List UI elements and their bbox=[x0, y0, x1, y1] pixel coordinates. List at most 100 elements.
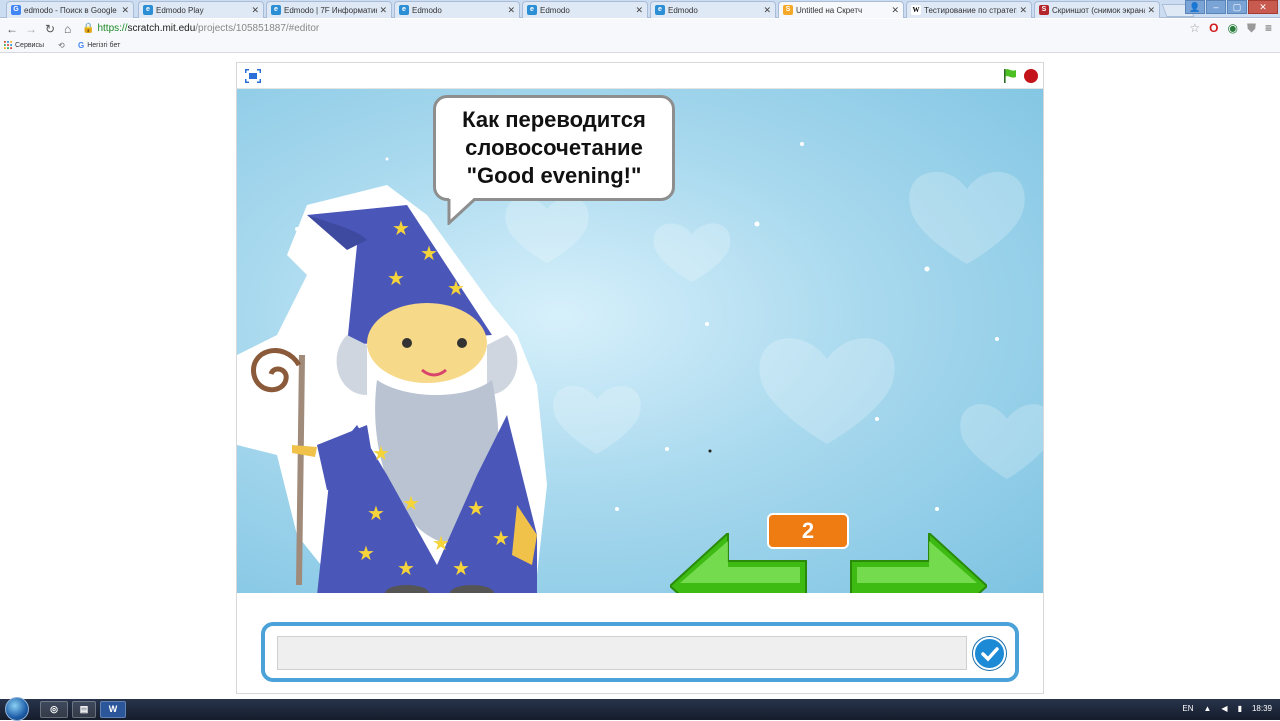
browser-tab[interactable]: e Edmodo Play ✕ bbox=[138, 1, 264, 18]
svg-text:★: ★ bbox=[357, 541, 375, 565]
tab-close-icon[interactable]: ✕ bbox=[1019, 5, 1027, 16]
svg-text:★: ★ bbox=[392, 216, 410, 240]
svg-text:★: ★ bbox=[447, 276, 465, 300]
fullscreen-icon[interactable] bbox=[245, 69, 261, 83]
tab-label: Edmodo bbox=[668, 6, 698, 15]
svg-text:★: ★ bbox=[367, 501, 385, 525]
browser-tab[interactable]: e Edmodo ✕ bbox=[650, 1, 776, 18]
bookmark-label: Сервисы bbox=[15, 41, 45, 49]
submit-answer-button[interactable] bbox=[973, 637, 1006, 670]
menu-icon[interactable]: ≡ bbox=[1265, 21, 1272, 36]
toolbar-extensions: ☆ O ◉ ⛊ ≡ bbox=[1189, 21, 1272, 36]
scratch-player: ★ ★ ★ ★ ★ ★ ★ ★ ★ ★ ★ ★ ★ Как переводится словос… bbox=[236, 62, 1044, 694]
home-icon[interactable]: ⌂ bbox=[64, 22, 71, 36]
system-tray: EN ▲ ◀ ▮ 18:39 bbox=[1182, 704, 1272, 713]
wizard-sprite: ★★★ ★★★ ★ ★★ ★ ★★ ★ bbox=[237, 185, 547, 593]
ask-prompt-box bbox=[261, 622, 1019, 682]
close-window-button[interactable]: ✕ bbox=[1248, 0, 1278, 14]
svg-text:★: ★ bbox=[387, 266, 405, 290]
browser-tab[interactable]: e Edmodo | 7F Информатика ✕ bbox=[266, 1, 392, 18]
scratch-icon: S bbox=[783, 5, 793, 15]
opera-icon[interactable]: O bbox=[1209, 21, 1218, 36]
address-bar[interactable]: 🔒 https://scratch.mit.edu/projects/105851… bbox=[82, 21, 1192, 37]
volume-icon[interactable]: ◀ bbox=[1221, 704, 1227, 713]
speech-bubble: Как переводится словосочетание "Good eve… bbox=[433, 95, 675, 201]
tray-arrow-icon[interactable]: ▲ bbox=[1203, 704, 1211, 713]
edmodo-icon: e bbox=[143, 5, 153, 15]
tab-label: Тестирование по стратегии bbox=[924, 6, 1017, 15]
stop-icon[interactable] bbox=[1024, 69, 1038, 83]
speech-line-3: "Good evening!" bbox=[466, 163, 642, 188]
tab-close-icon[interactable]: ✕ bbox=[1147, 5, 1155, 16]
svg-text:★: ★ bbox=[372, 441, 390, 465]
svg-text:★: ★ bbox=[492, 526, 510, 550]
tab-label: Edmodo bbox=[412, 6, 442, 15]
bookmark-apps[interactable]: Сервисы bbox=[4, 41, 44, 49]
green-flag-icon[interactable] bbox=[1003, 68, 1017, 84]
browser-toolbar: ← → ↻ ⌂ 🔒 https://scratch.mit.edu/project… bbox=[0, 19, 1280, 39]
answer-input[interactable] bbox=[277, 636, 967, 670]
bookmarks-bar: Сервисы ⟲ G Негізгі бет bbox=[0, 39, 1280, 53]
svg-text:★: ★ bbox=[420, 241, 438, 265]
browser-tab[interactable]: e Edmodo ✕ bbox=[394, 1, 520, 18]
svg-text:★: ★ bbox=[397, 556, 415, 580]
bookmark-history[interactable]: ⟲ bbox=[58, 41, 65, 50]
shield-icon[interactable]: ⛊ bbox=[1247, 21, 1256, 36]
browser-tab-strip: G edmodo - Поиск в Google ✕ e Edmodo Pla… bbox=[0, 0, 1280, 18]
taskbar: ◎ ▤ W EN ▲ ◀ ▮ 18:39 bbox=[0, 697, 1280, 721]
edmodo-icon: e bbox=[399, 5, 409, 15]
svg-text:★: ★ bbox=[432, 531, 450, 555]
wikipedia-icon: W bbox=[911, 5, 921, 15]
clock[interactable]: 18:39 bbox=[1252, 704, 1272, 713]
user-icon[interactable]: 👤 bbox=[1185, 0, 1205, 14]
tab-close-icon[interactable]: ✕ bbox=[121, 5, 129, 16]
tab-close-icon[interactable]: ✕ bbox=[379, 5, 387, 16]
stage[interactable]: ★ ★ ★ ★ ★ ★ ★ ★ ★ ★ ★ ★ ★ Как переводится словос… bbox=[237, 89, 1043, 593]
url-host: scratch.mit.edu bbox=[127, 23, 196, 34]
browser-tab-active[interactable]: S Untitled на Скретч ✕ bbox=[778, 1, 904, 18]
browser-tab[interactable]: G edmodo - Поиск в Google ✕ bbox=[6, 1, 134, 18]
back-icon[interactable]: ← bbox=[6, 22, 18, 36]
tab-label: edmodo - Поиск в Google bbox=[24, 6, 117, 15]
svg-text:★: ★ bbox=[402, 491, 420, 515]
browser-tab[interactable]: e Edmodo ✕ bbox=[522, 1, 648, 18]
network-icon[interactable]: ▮ bbox=[1238, 704, 1242, 713]
speech-line-2: словосочетание bbox=[465, 135, 643, 160]
forward-icon[interactable]: → bbox=[25, 22, 37, 36]
star-icon[interactable]: ☆ bbox=[1189, 21, 1200, 36]
globe-icon[interactable]: ◉ bbox=[1227, 21, 1237, 36]
start-button[interactable] bbox=[5, 697, 29, 721]
edmodo-icon: e bbox=[271, 5, 281, 15]
tab-close-icon[interactable]: ✕ bbox=[251, 5, 259, 16]
previous-arrow-button[interactable] bbox=[670, 533, 812, 593]
file-icon[interactable]: ▤ bbox=[72, 701, 96, 718]
url-scheme: https:// bbox=[97, 23, 128, 34]
lock-icon: 🔒 bbox=[82, 23, 95, 34]
window-controls: 👤 – ▢ ✕ bbox=[1184, 0, 1278, 16]
svg-text:★: ★ bbox=[452, 556, 470, 580]
language-indicator[interactable]: EN bbox=[1182, 704, 1193, 713]
google-icon: G bbox=[11, 5, 21, 15]
word-icon[interactable]: W bbox=[100, 701, 126, 718]
maximize-button[interactable]: ▢ bbox=[1227, 0, 1247, 14]
tab-close-icon[interactable]: ✕ bbox=[635, 5, 643, 16]
minimize-button[interactable]: – bbox=[1206, 0, 1226, 14]
tab-close-icon[interactable]: ✕ bbox=[891, 5, 899, 16]
tab-label: Edmodo bbox=[540, 6, 570, 15]
tab-label: Edmodo Play bbox=[156, 6, 204, 15]
tab-close-icon[interactable]: ✕ bbox=[763, 5, 771, 16]
edmodo-icon: e bbox=[527, 5, 537, 15]
browser-tab[interactable]: W Тестирование по стратегии ✕ bbox=[906, 1, 1032, 18]
edmodo-icon: e bbox=[655, 5, 665, 15]
answer-area bbox=[237, 593, 1043, 693]
reload-icon[interactable]: ↻ bbox=[45, 22, 55, 36]
browser-tab[interactable]: S Скриншот (снимок экрана) ✕ bbox=[1034, 1, 1160, 18]
checkmark-icon bbox=[980, 646, 999, 662]
chrome-icon[interactable]: ◎ bbox=[40, 701, 68, 718]
tab-label: Скриншот (снимок экрана) bbox=[1052, 6, 1145, 15]
history-icon: ⟲ bbox=[58, 41, 65, 50]
next-arrow-button[interactable] bbox=[845, 533, 987, 593]
bookmark-google[interactable]: G Негізгі бет bbox=[78, 41, 120, 50]
apps-grid-icon bbox=[4, 41, 12, 49]
tab-close-icon[interactable]: ✕ bbox=[507, 5, 515, 16]
